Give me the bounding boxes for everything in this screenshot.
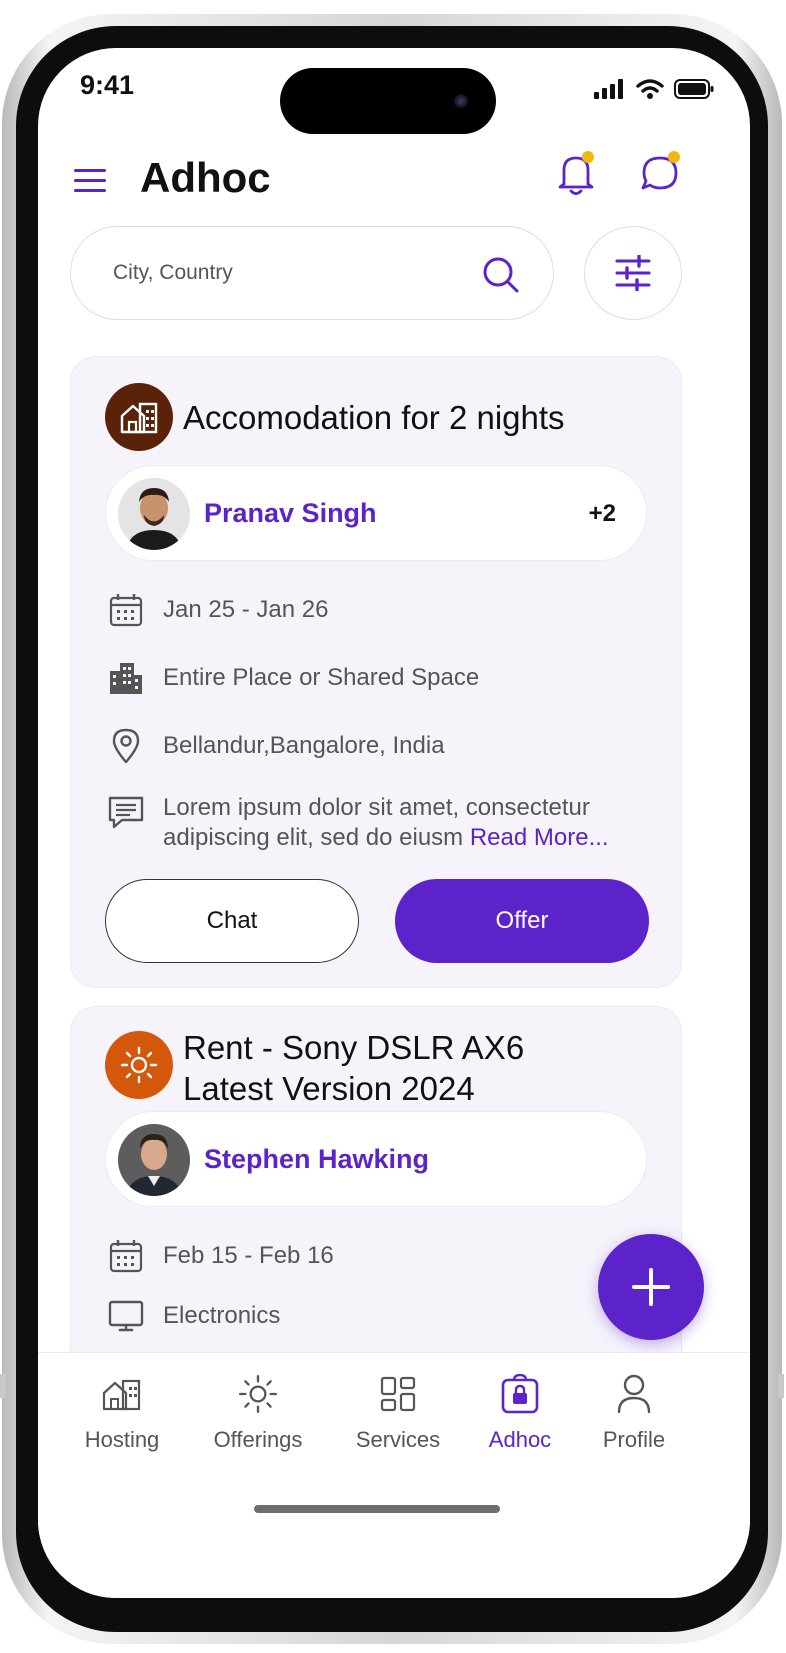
- search-icon[interactable]: [481, 255, 521, 295]
- listing-dates: Jan 25 - Jan 26: [163, 596, 329, 623]
- listing-title: Accomodation for 2 nights: [183, 399, 565, 436]
- tab-offerings[interactable]: Offerings: [198, 1371, 318, 1453]
- add-listing-button[interactable]: [598, 1234, 704, 1340]
- comment-text-icon: [108, 796, 144, 829]
- monitor-icon: [108, 1300, 144, 1332]
- sun-icon: [120, 1046, 158, 1084]
- bottom-tab-bar: Hosting Offerings Services Adhoc Profile: [38, 1352, 750, 1598]
- description-row: Lorem ipsum dolor sit amet, consectetur …: [107, 793, 647, 853]
- tab-label: Offerings: [213, 1427, 303, 1452]
- location-pin-icon: [112, 728, 140, 764]
- home-building-icon: [102, 1379, 141, 1411]
- user-icon: [617, 1374, 651, 1414]
- category-badge: [105, 383, 173, 451]
- battery-icon: [674, 79, 714, 99]
- page-title: Adhoc: [140, 154, 271, 201]
- avatar: [118, 1124, 190, 1196]
- tab-services[interactable]: Services: [338, 1371, 458, 1453]
- host-chip[interactable]: Stephen Hawking: [105, 1111, 647, 1207]
- listing-dates: Feb 15 - Feb 16: [163, 1242, 334, 1269]
- space-type: Entire Place or Shared Space: [163, 664, 480, 691]
- tab-label: Hosting: [84, 1427, 160, 1452]
- location-row: Bellandur,Bangalore, India: [107, 727, 445, 765]
- category-badge: [105, 1031, 173, 1099]
- buildings-icon: [110, 663, 142, 694]
- sliders-icon: [615, 255, 651, 291]
- tab-label: Services: [355, 1427, 441, 1452]
- sun-icon: [238, 1374, 278, 1414]
- app-screen: 9:41 Adhoc City, Country Accomodation fo…: [38, 48, 750, 1598]
- tab-profile[interactable]: Profile: [574, 1371, 694, 1453]
- status-icons: [594, 78, 714, 100]
- calendar-icon: [109, 1240, 143, 1273]
- host-name: Pranav Singh: [204, 498, 377, 528]
- status-time: 9:41: [80, 70, 135, 100]
- date-row: Feb 15 - Feb 16: [107, 1237, 334, 1275]
- tab-hosting[interactable]: Hosting: [62, 1371, 182, 1453]
- app-header: Adhoc: [38, 138, 750, 218]
- tab-adhoc[interactable]: Adhoc: [460, 1371, 580, 1453]
- chat-button[interactable]: Chat: [105, 879, 359, 963]
- avatar: [118, 478, 190, 550]
- offer-button[interactable]: Offer: [395, 879, 649, 963]
- host-name: Stephen Hawking: [204, 1144, 430, 1174]
- category-row: Electronics: [107, 1297, 280, 1335]
- lock-bag-icon: [501, 1374, 539, 1414]
- listing-title-line: Rent - Sony DSLR AX6: [183, 1029, 525, 1066]
- messages-icon[interactable]: [640, 148, 684, 198]
- calendar-icon: [109, 594, 143, 627]
- wifi-icon: [636, 79, 664, 99]
- search-input[interactable]: City, Country: [70, 226, 554, 320]
- tab-label: Profile: [602, 1427, 666, 1452]
- tab-label: Adhoc: [488, 1427, 552, 1452]
- search-placeholder: City, Country: [113, 261, 233, 284]
- extra-guests-count: +2: [588, 500, 616, 527]
- read-more-link[interactable]: Read More...: [470, 824, 609, 851]
- listing-description: Lorem ipsum dolor sit amet, consectetur …: [163, 793, 647, 853]
- dynamic-island: [280, 68, 496, 134]
- signal-icon: [594, 79, 623, 99]
- date-row: Jan 25 - Jan 26: [107, 591, 328, 629]
- plus-icon: [632, 1268, 670, 1306]
- home-building-icon: [120, 402, 158, 434]
- home-indicator[interactable]: [254, 1505, 500, 1513]
- side-button: [778, 1374, 784, 1398]
- side-button: [0, 1374, 6, 1398]
- hamburger-menu-icon[interactable]: [74, 168, 108, 194]
- host-chip[interactable]: Pranav Singh +2: [105, 465, 647, 561]
- filter-button[interactable]: [584, 226, 682, 320]
- listing-category: Electronics: [163, 1302, 281, 1329]
- listing-title-line: Latest Version 2024: [183, 1070, 475, 1107]
- listing-location: Bellandur,Bangalore, India: [163, 732, 445, 759]
- listing-card[interactable]: Accomodation for 2 nights Pranav Singh +…: [70, 356, 682, 988]
- listing-title: Rent - Sony DSLR AX6 Latest Version 2024: [183, 1027, 524, 1109]
- notification-bell-icon[interactable]: [556, 148, 600, 198]
- space-row: Entire Place or Shared Space: [107, 659, 479, 697]
- camera-icon: [454, 94, 468, 108]
- grid-icon: [380, 1376, 416, 1412]
